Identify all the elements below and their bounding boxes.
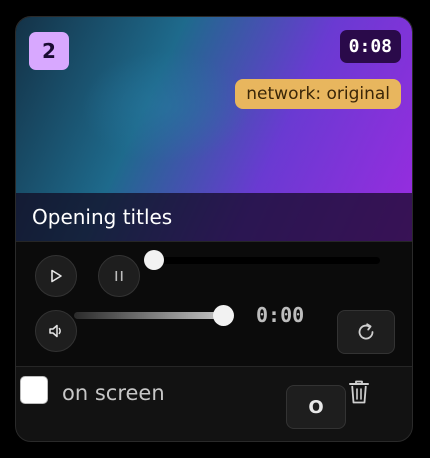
number-badge: 2 — [29, 32, 69, 70]
volume-icon — [49, 324, 61, 338]
volume-slider-handle[interactable] — [213, 305, 234, 326]
seek-slider-handle[interactable] — [144, 250, 164, 270]
network-badge: network: original — [235, 79, 401, 109]
video-thumbnail[interactable]: 2 0:08 network: original Opening titles — [16, 17, 412, 241]
o-button[interactable]: O — [286, 385, 346, 429]
clip-title-bar: Opening titles — [16, 193, 412, 241]
trash-icon[interactable] — [348, 379, 370, 405]
play-icon — [51, 269, 62, 283]
play-button[interactable] — [35, 255, 77, 297]
clip-title: Opening titles — [32, 205, 173, 229]
seek-slider-track[interactable] — [146, 257, 380, 264]
pause-icon — [115, 271, 123, 281]
reload-icon — [358, 323, 374, 340]
on-screen-checkbox[interactable] — [20, 376, 48, 404]
pause-button[interactable] — [98, 255, 140, 297]
duration-badge: 0:08 — [339, 30, 401, 63]
o-button-label: O — [308, 396, 324, 418]
on-screen-label: on screen — [62, 381, 165, 405]
volume-slider-track[interactable] — [74, 312, 232, 319]
volume-button[interactable] — [35, 310, 77, 352]
reload-button[interactable] — [337, 310, 395, 354]
elapsed-time: 0:00 — [256, 303, 305, 327]
